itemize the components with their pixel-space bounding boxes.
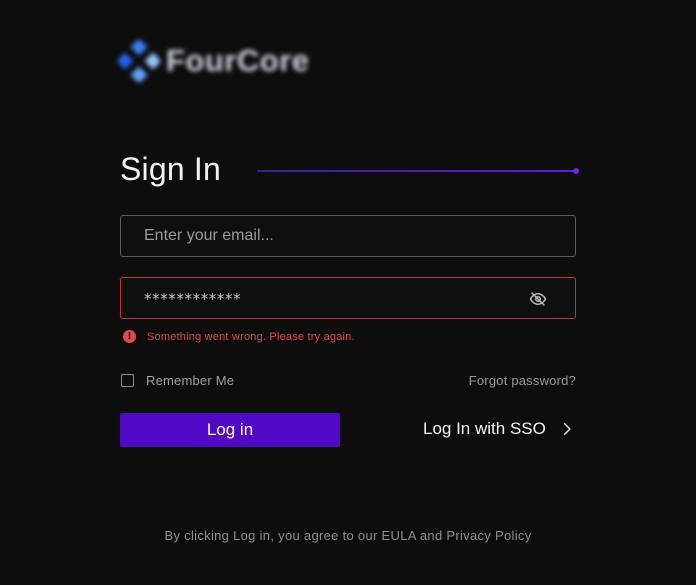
error-text: Something went wrong. Please try again. <box>147 330 355 343</box>
fourcore-logo-icon <box>118 40 160 82</box>
email-input[interactable] <box>121 216 575 256</box>
remember-me-checkbox[interactable] <box>121 374 134 387</box>
brand-name: FourCore <box>166 43 310 78</box>
title-divider-dot <box>573 168 579 174</box>
error-message: ! Something went wrong. Please try again… <box>123 330 355 343</box>
password-input[interactable]: ************ <box>144 290 241 308</box>
terms-footer: By clicking Log in, you agree to our EUL… <box>164 528 532 543</box>
brand-logo: FourCore <box>118 40 310 82</box>
sso-login-button[interactable]: Log In with SSO <box>423 419 574 439</box>
title-divider <box>257 170 575 172</box>
password-field-container[interactable]: ************ <box>120 277 576 319</box>
error-icon: ! <box>123 330 136 343</box>
chevron-right-icon <box>563 423 571 435</box>
email-field-container <box>120 215 576 257</box>
eye-off-icon[interactable] <box>529 290 547 308</box>
login-button[interactable]: Log in <box>120 413 340 447</box>
forgot-password-link[interactable]: Forgot password? <box>469 373 576 388</box>
sso-login-label[interactable]: Log In with SSO <box>423 419 546 439</box>
sign-in-page: FourCore Sign In ************ ! Somethin… <box>0 0 696 585</box>
remember-me-label[interactable]: Remember Me <box>146 373 234 388</box>
page-title: Sign In <box>120 151 222 187</box>
remember-me[interactable]: Remember Me <box>121 373 234 388</box>
